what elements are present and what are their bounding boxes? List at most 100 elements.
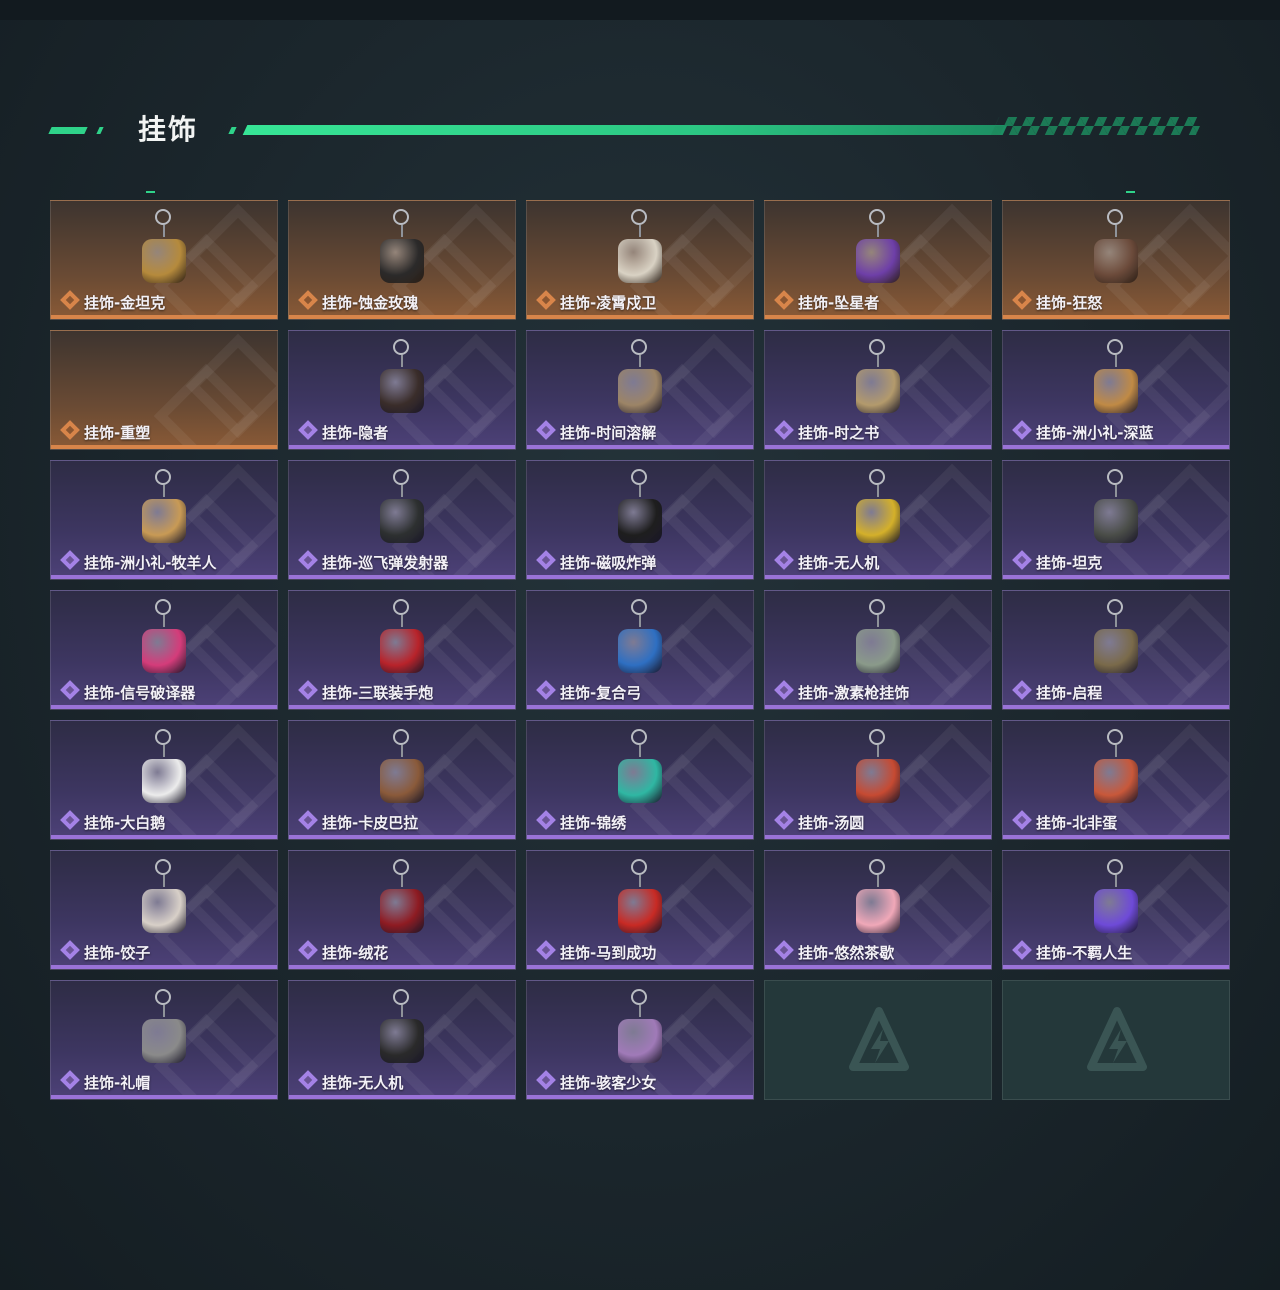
header-accent-dash <box>48 127 88 134</box>
keyring-icon <box>869 209 885 225</box>
pendant-label: 挂饰-时间溶解 <box>560 424 657 442</box>
rarity-bar <box>527 1095 753 1099</box>
pendant-label: 挂饰-汤圆 <box>798 814 865 832</box>
rarity-diamond-icon <box>536 290 556 310</box>
pendant-card[interactable]: 挂饰-信号破译器 <box>50 590 278 710</box>
pendant-card[interactable]: 挂饰-狂怒 <box>1002 200 1230 320</box>
keyring-icon <box>155 599 171 615</box>
rarity-bar <box>289 445 515 449</box>
keyring-icon <box>869 859 885 875</box>
pendant-card[interactable]: 挂饰-巡飞弹发射器 <box>288 460 516 580</box>
rarity-bar <box>527 835 753 839</box>
pendant-image <box>856 889 900 933</box>
pendant-card[interactable]: 挂饰-无人机 <box>764 460 992 580</box>
pendant-card[interactable]: 挂饰-礼帽 <box>50 980 278 1100</box>
rarity-diamond-icon <box>298 1070 318 1090</box>
pendant-card[interactable]: 挂饰-饺子 <box>50 850 278 970</box>
pendant-label: 挂饰-坠星者 <box>798 294 880 312</box>
chain-icon <box>639 355 641 367</box>
chain-icon <box>401 485 403 497</box>
empty-slot <box>1002 980 1230 1100</box>
pendant-image <box>856 499 900 543</box>
rarity-diamond-icon <box>1012 290 1032 310</box>
rarity-diamond-icon <box>298 810 318 830</box>
pendant-card[interactable]: 挂饰-北非蛋 <box>1002 720 1230 840</box>
pendant-image <box>380 1019 424 1063</box>
pendant-card[interactable]: 挂饰-磁吸炸弹 <box>526 460 754 580</box>
rarity-bar <box>51 315 277 319</box>
placeholder-logo-icon <box>1087 1007 1147 1071</box>
chain-icon <box>877 485 879 497</box>
pendant-card[interactable]: 挂饰-时间溶解 <box>526 330 754 450</box>
keyring-icon <box>393 209 409 225</box>
pendant-card[interactable]: 挂饰-凌霄戍卫 <box>526 200 754 320</box>
top-strip <box>0 0 1280 20</box>
pendant-label: 挂饰-马到成功 <box>560 944 657 962</box>
header-accent-dash <box>228 127 237 134</box>
pendant-card[interactable]: 挂饰-复合弓 <box>526 590 754 710</box>
rarity-bar <box>765 575 991 579</box>
pendant-card[interactable]: 挂饰-启程 <box>1002 590 1230 710</box>
pendant-label: 挂饰-信号破译器 <box>84 684 196 702</box>
pendant-label: 挂饰-狂怒 <box>1036 294 1103 312</box>
pendant-card[interactable]: 挂饰-三联装手炮 <box>288 590 516 710</box>
pendant-card[interactable]: 挂饰-大白鹅 <box>50 720 278 840</box>
pendant-label: 挂饰-饺子 <box>84 944 151 962</box>
pendant-card[interactable]: 挂饰-绒花 <box>288 850 516 970</box>
keyring-icon <box>393 599 409 615</box>
pendant-image <box>142 1019 186 1063</box>
pendant-label: 挂饰-磁吸炸弹 <box>560 554 657 572</box>
pendant-card[interactable]: 挂饰-无人机 <box>288 980 516 1100</box>
chain-icon <box>163 875 165 887</box>
rarity-diamond-icon <box>60 1070 80 1090</box>
pendant-card[interactable]: 挂饰-骇客少女 <box>526 980 754 1100</box>
rarity-bar <box>765 965 991 969</box>
pendant-card[interactable]: 挂饰-时之书 <box>764 330 992 450</box>
pendant-label: 挂饰-洲小礼-深蓝 <box>1036 424 1154 442</box>
pendant-label: 挂饰-无人机 <box>798 554 880 572</box>
pendant-card[interactable]: 挂饰-重塑 <box>50 330 278 450</box>
rarity-bar <box>1003 315 1229 319</box>
keyring-icon <box>1107 729 1123 745</box>
rarity-diamond-icon <box>298 290 318 310</box>
pendant-image <box>856 629 900 673</box>
pendant-label: 挂饰-巡飞弹发射器 <box>322 554 449 572</box>
chain-icon <box>401 745 403 757</box>
rarity-diamond-icon <box>60 810 80 830</box>
keyring-icon <box>393 729 409 745</box>
pendant-card[interactable]: 挂饰-锦绣 <box>526 720 754 840</box>
pendant-card[interactable]: 挂饰-悠然茶歇 <box>764 850 992 970</box>
rarity-bar <box>289 835 515 839</box>
chain-icon <box>163 745 165 757</box>
pendant-card[interactable]: 挂饰-激素枪挂饰 <box>764 590 992 710</box>
rarity-bar <box>1003 705 1229 709</box>
pendant-card[interactable]: 挂饰-洲小礼-牧羊人 <box>50 460 278 580</box>
pendant-card[interactable]: 挂饰-金坦克 <box>50 200 278 320</box>
pendant-card[interactable]: 挂饰-坠星者 <box>764 200 992 320</box>
rarity-diamond-icon <box>60 940 80 960</box>
rarity-bar <box>289 1095 515 1099</box>
pendant-image <box>142 889 186 933</box>
pendant-card[interactable]: 挂饰-隐者 <box>288 330 516 450</box>
rarity-bar <box>51 705 277 709</box>
pendant-card[interactable]: 挂饰-不羁人生 <box>1002 850 1230 970</box>
pendant-label: 挂饰-金坦克 <box>84 294 166 312</box>
pendant-card[interactable]: 挂饰-洲小礼-深蓝 <box>1002 330 1230 450</box>
pendant-image <box>618 759 662 803</box>
pendant-image <box>380 499 424 543</box>
pendant-card[interactable]: 挂饰-汤圆 <box>764 720 992 840</box>
pendant-card[interactable]: 挂饰-坦克 <box>1002 460 1230 580</box>
chain-icon <box>1115 225 1117 237</box>
chain-icon <box>877 615 879 627</box>
keyring-icon <box>155 859 171 875</box>
pendant-image <box>618 629 662 673</box>
pendant-card[interactable]: 挂饰-马到成功 <box>526 850 754 970</box>
rarity-bar <box>527 575 753 579</box>
pendant-image <box>142 629 186 673</box>
pendant-card[interactable]: 挂饰-卡皮巴拉 <box>288 720 516 840</box>
rarity-diamond-icon <box>1012 940 1032 960</box>
pendant-card[interactable]: 挂饰-蚀金玫瑰 <box>288 200 516 320</box>
pendant-label: 挂饰-三联装手炮 <box>322 684 434 702</box>
pendant-image <box>618 499 662 543</box>
keyring-icon <box>1107 859 1123 875</box>
